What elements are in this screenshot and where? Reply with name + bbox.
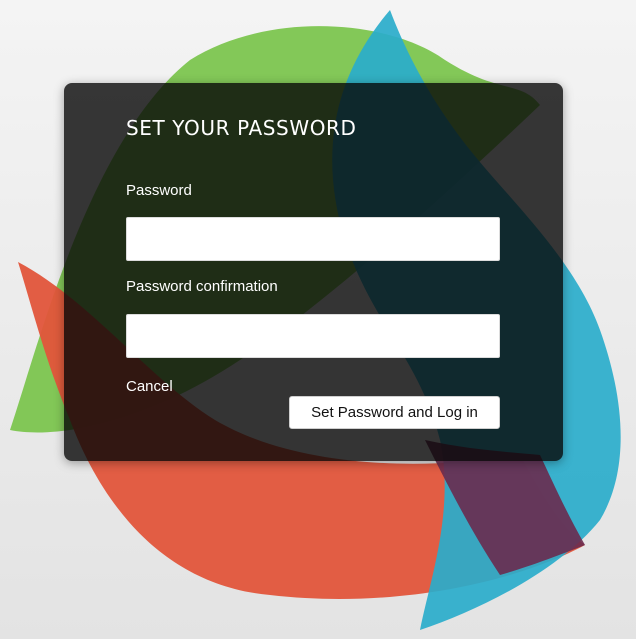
panel-title: SET YOUR PASSWORD	[126, 116, 357, 140]
password-confirmation-input[interactable]	[126, 314, 500, 358]
cancel-link[interactable]: Cancel	[126, 378, 173, 395]
set-password-panel: SET YOUR PASSWORD Password Password conf…	[64, 83, 563, 461]
password-label: Password	[126, 182, 192, 199]
set-password-and-login-button[interactable]: Set Password and Log in	[289, 396, 500, 429]
password-confirmation-label: Password confirmation	[126, 278, 278, 295]
password-input[interactable]	[126, 217, 500, 261]
